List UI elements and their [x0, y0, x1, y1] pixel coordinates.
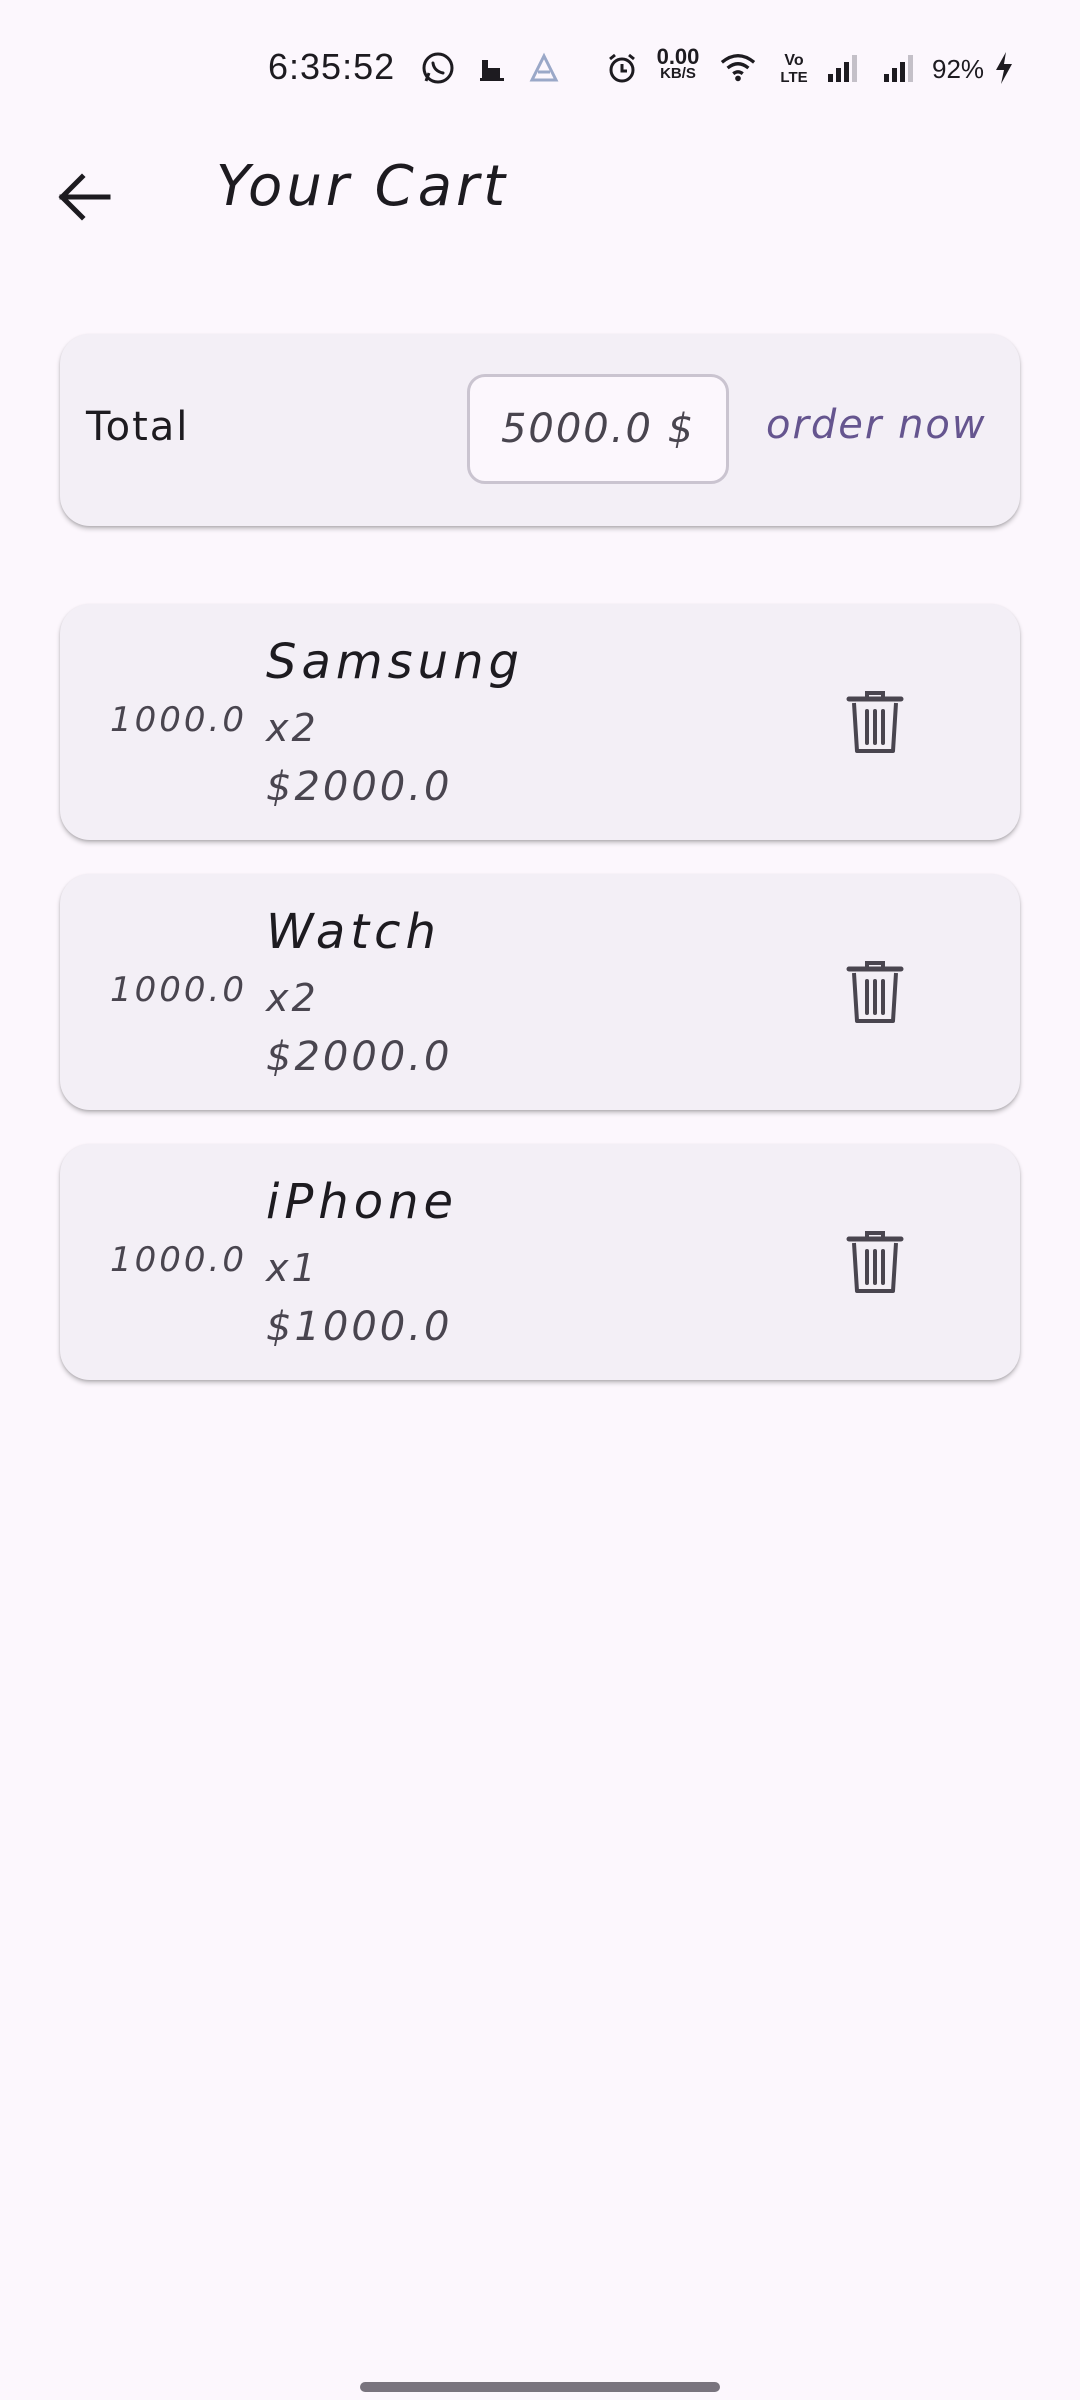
cart-item: 1000.0 iPhone x1 $1000.0 [60, 1144, 1020, 1380]
volte-bottom: LTE [780, 69, 808, 86]
notification-app-icon [474, 50, 510, 86]
status-time: 6:35:52 [268, 46, 396, 87]
item-name: Watch [266, 904, 441, 960]
total-card: Total 5000.0 $ order now [60, 334, 1020, 526]
arrow-back-icon [58, 173, 111, 221]
item-subtotal: $2000.0 [266, 1034, 453, 1080]
cart-item: 1000.0 Watch x2 $2000.0 [60, 874, 1020, 1110]
cart-item: 1000.0 Samsung x2 $2000.0 [60, 604, 1020, 840]
alarm-icon [604, 50, 640, 86]
signal-icon-sim1 [826, 50, 862, 86]
page-title: Your Cart [216, 154, 510, 219]
item-name: Samsung [266, 634, 524, 690]
whatsapp-icon [420, 50, 456, 86]
volte-badge: Vo LTE [774, 52, 814, 86]
total-label: Total [86, 404, 190, 450]
order-now-button[interactable]: order now [766, 402, 987, 448]
charging-icon [986, 50, 1022, 86]
total-amount-field: 5000.0 $ [467, 374, 729, 484]
trash-icon [846, 1231, 904, 1293]
item-quantity: x1 [266, 1246, 319, 1290]
item-unit-price: 1000.0 [110, 700, 247, 740]
delete-item-button[interactable] [830, 682, 920, 762]
back-button[interactable] [44, 164, 124, 230]
item-quantity: x2 [266, 706, 319, 750]
item-subtotal: $2000.0 [266, 764, 453, 810]
item-subtotal: $1000.0 [266, 1304, 453, 1350]
wifi-icon [720, 50, 756, 86]
net-speed-value: 0.00 [656, 44, 700, 69]
volte-top: Vo [784, 52, 804, 69]
app-bar: Your Cart [0, 140, 1080, 250]
item-name: iPhone [266, 1174, 459, 1230]
net-speed: 0.00 KB/S [650, 44, 706, 83]
signal-icon-sim2 [882, 50, 918, 86]
trash-icon [846, 961, 904, 1023]
app-notification-icon [526, 50, 562, 86]
gesture-nav-handle[interactable] [360, 2382, 720, 2392]
battery-percent: 92% [932, 54, 985, 84]
item-quantity: x2 [266, 976, 319, 1020]
delete-item-button[interactable] [830, 1222, 920, 1302]
item-unit-price: 1000.0 [110, 970, 247, 1010]
item-unit-price: 1000.0 [110, 1240, 247, 1280]
trash-icon [846, 691, 904, 753]
delete-item-button[interactable] [830, 952, 920, 1032]
status-bar: 6:35:52 0.00 KB/S Vo LTE 92% [0, 0, 1080, 140]
